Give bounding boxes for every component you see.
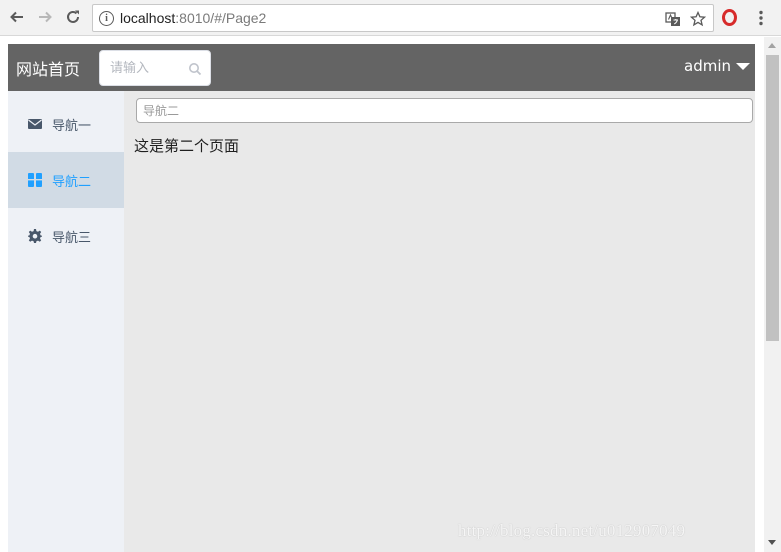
arrow-left-icon xyxy=(10,11,23,23)
envelope-icon xyxy=(28,117,42,131)
sidebar-item-nav-one[interactable]: 导航一 xyxy=(8,96,124,152)
url-text: localhost:8010/#/Page2 xyxy=(120,10,266,26)
kebab-menu-icon xyxy=(759,10,763,26)
reload-icon xyxy=(67,10,79,23)
sidebar-item-label: 导航二 xyxy=(52,174,92,190)
gear-icon xyxy=(28,229,42,243)
sidebar-menu: 导航一 导航二 导航三 xyxy=(8,91,124,552)
arrow-right-icon xyxy=(39,11,52,23)
url-path: :8010/#/Page2 xyxy=(175,10,267,26)
user-dropdown[interactable]: admin xyxy=(684,57,750,75)
app-container: 网站首页 admin 导航一 xyxy=(8,44,755,552)
scroll-up-arrow-icon[interactable] xyxy=(768,43,776,48)
browser-menu-button[interactable] xyxy=(756,8,766,28)
reload-button[interactable] xyxy=(62,6,84,28)
info-icon[interactable]: i xyxy=(99,11,114,26)
address-bar[interactable]: i localhost:8010/#/Page2 xyxy=(92,4,714,32)
scroll-down-arrow-icon[interactable] xyxy=(768,540,776,545)
page-scrollbar[interactable] xyxy=(764,37,781,552)
main-content: 这是第二个页面 xyxy=(124,91,755,552)
sidebar-item-label: 导航一 xyxy=(52,118,92,134)
scrollbar-thumb[interactable] xyxy=(766,55,779,341)
sidebar-item-nav-two[interactable]: 导航二 xyxy=(8,152,124,208)
back-button[interactable] xyxy=(6,6,28,28)
page-text: 这是第二个页面 xyxy=(134,137,240,155)
watermark: http://blog.csdn.net/u012907049 xyxy=(458,521,686,540)
star-icon[interactable] xyxy=(690,11,706,27)
columns-icon xyxy=(28,173,42,187)
site-home-link[interactable]: 网站首页 xyxy=(16,56,80,80)
sidebar-item-label: 导航三 xyxy=(52,230,92,246)
page-input[interactable] xyxy=(136,98,753,123)
forward-button[interactable] xyxy=(34,6,56,28)
url-host: localhost xyxy=(120,10,176,26)
opera-extension-icon[interactable] xyxy=(722,9,737,26)
top-header: 网站首页 admin xyxy=(8,44,755,91)
sidebar-item-nav-three[interactable]: 导航三 xyxy=(8,208,124,264)
caret-down-icon xyxy=(736,62,750,70)
search-box xyxy=(99,50,211,86)
browser-toolbar: i localhost:8010/#/Page2 xyxy=(0,0,781,36)
username: admin xyxy=(684,57,731,75)
translate-icon[interactable] xyxy=(665,11,681,27)
search-icon[interactable] xyxy=(188,62,202,76)
